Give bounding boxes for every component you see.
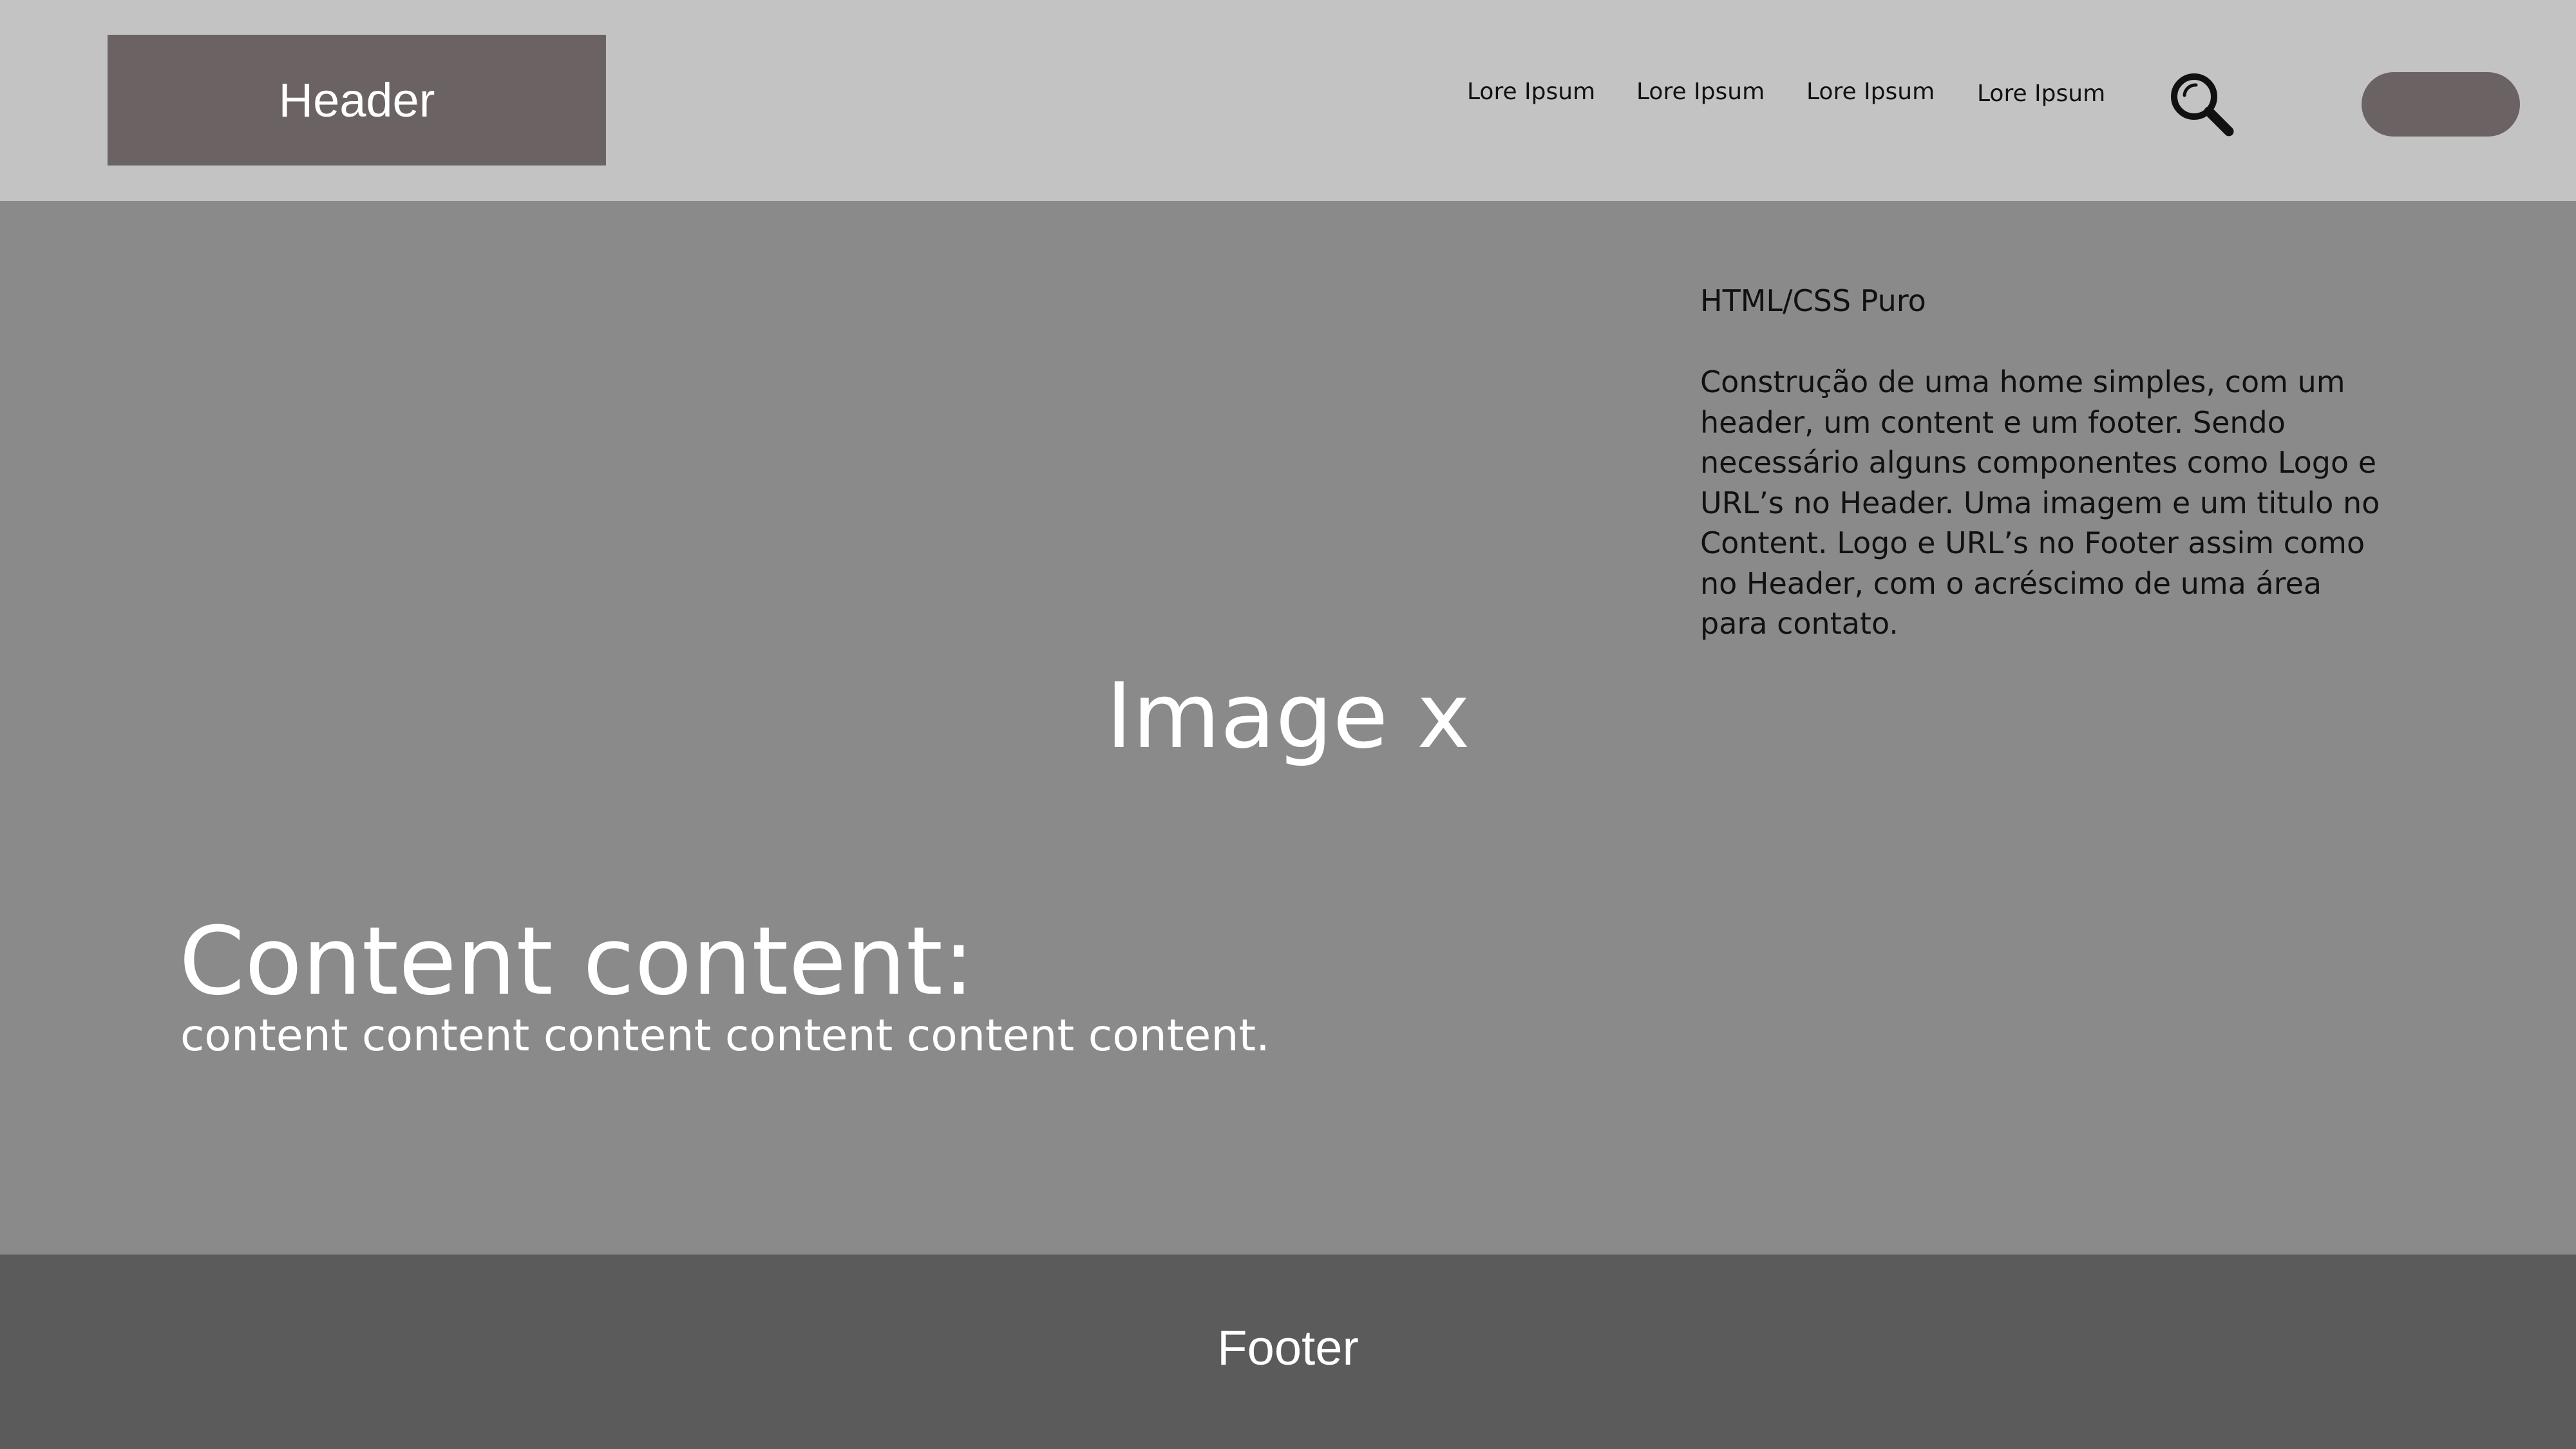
header-logo-label: Header [278, 73, 435, 127]
nav-link-4[interactable]: Lore Ipsum [1977, 80, 2105, 107]
search-button[interactable] [2167, 70, 2238, 140]
image-placeholder-label: Image x [1106, 664, 1470, 769]
footer-label: Footer [1217, 1321, 1359, 1376]
description-body: Construção de uma home simples, com um h… [1700, 365, 2380, 641]
header-logo[interactable]: Header [108, 35, 606, 166]
content-section: Image x HTML/CSS Puro Construção de uma … [0, 201, 2576, 1255]
nav-link-3[interactable]: Lore Ipsum [1806, 79, 1935, 105]
content-heading: Content content: [179, 907, 975, 1016]
page-header: Header Lore Ipsum Lore Ipsum Lore Ipsum … [0, 0, 2576, 201]
description-title: HTML/CSS Puro [1700, 283, 1926, 318]
content-text: content content content content content … [180, 1010, 1270, 1061]
nav-link-1[interactable]: Lore Ipsum [1467, 79, 1595, 105]
search-icon [2171, 73, 2234, 137]
page-footer: Footer [0, 1255, 2576, 1449]
nav-link-2[interactable]: Lore Ipsum [1636, 79, 1765, 105]
header-action-button[interactable] [2362, 72, 2520, 137]
